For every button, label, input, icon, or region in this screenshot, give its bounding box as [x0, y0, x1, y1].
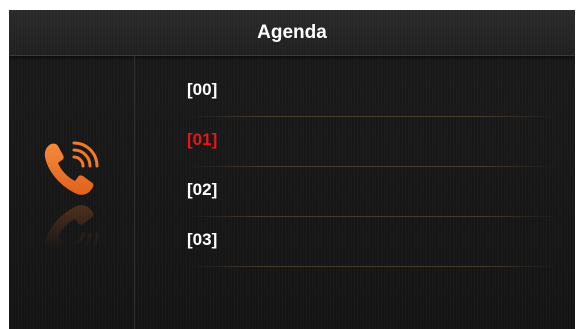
agenda-item-03[interactable]: [03]: [135, 206, 575, 267]
icon-panel: [9, 56, 135, 329]
agenda-item-label: [01]: [187, 130, 218, 149]
agenda-item-label: [02]: [187, 180, 218, 199]
item-divider: [187, 266, 557, 267]
agenda-item-label: [00]: [187, 80, 218, 99]
agenda-item-label: [03]: [187, 230, 218, 249]
page-title: Agenda: [257, 22, 327, 43]
agenda-item-01[interactable]: [01]: [135, 106, 575, 167]
agenda-item-00[interactable]: [00]: [135, 56, 575, 117]
agenda-list: [00] [01] [02] [03]: [135, 56, 575, 329]
agenda-screen: Agenda [00] [01] [02] [03]: [9, 10, 575, 329]
phone-icon: [44, 141, 99, 195]
phone-icon-reflection: [44, 205, 99, 259]
agenda-item-02[interactable]: [02]: [135, 156, 575, 217]
title-bar: Agenda: [9, 10, 575, 56]
